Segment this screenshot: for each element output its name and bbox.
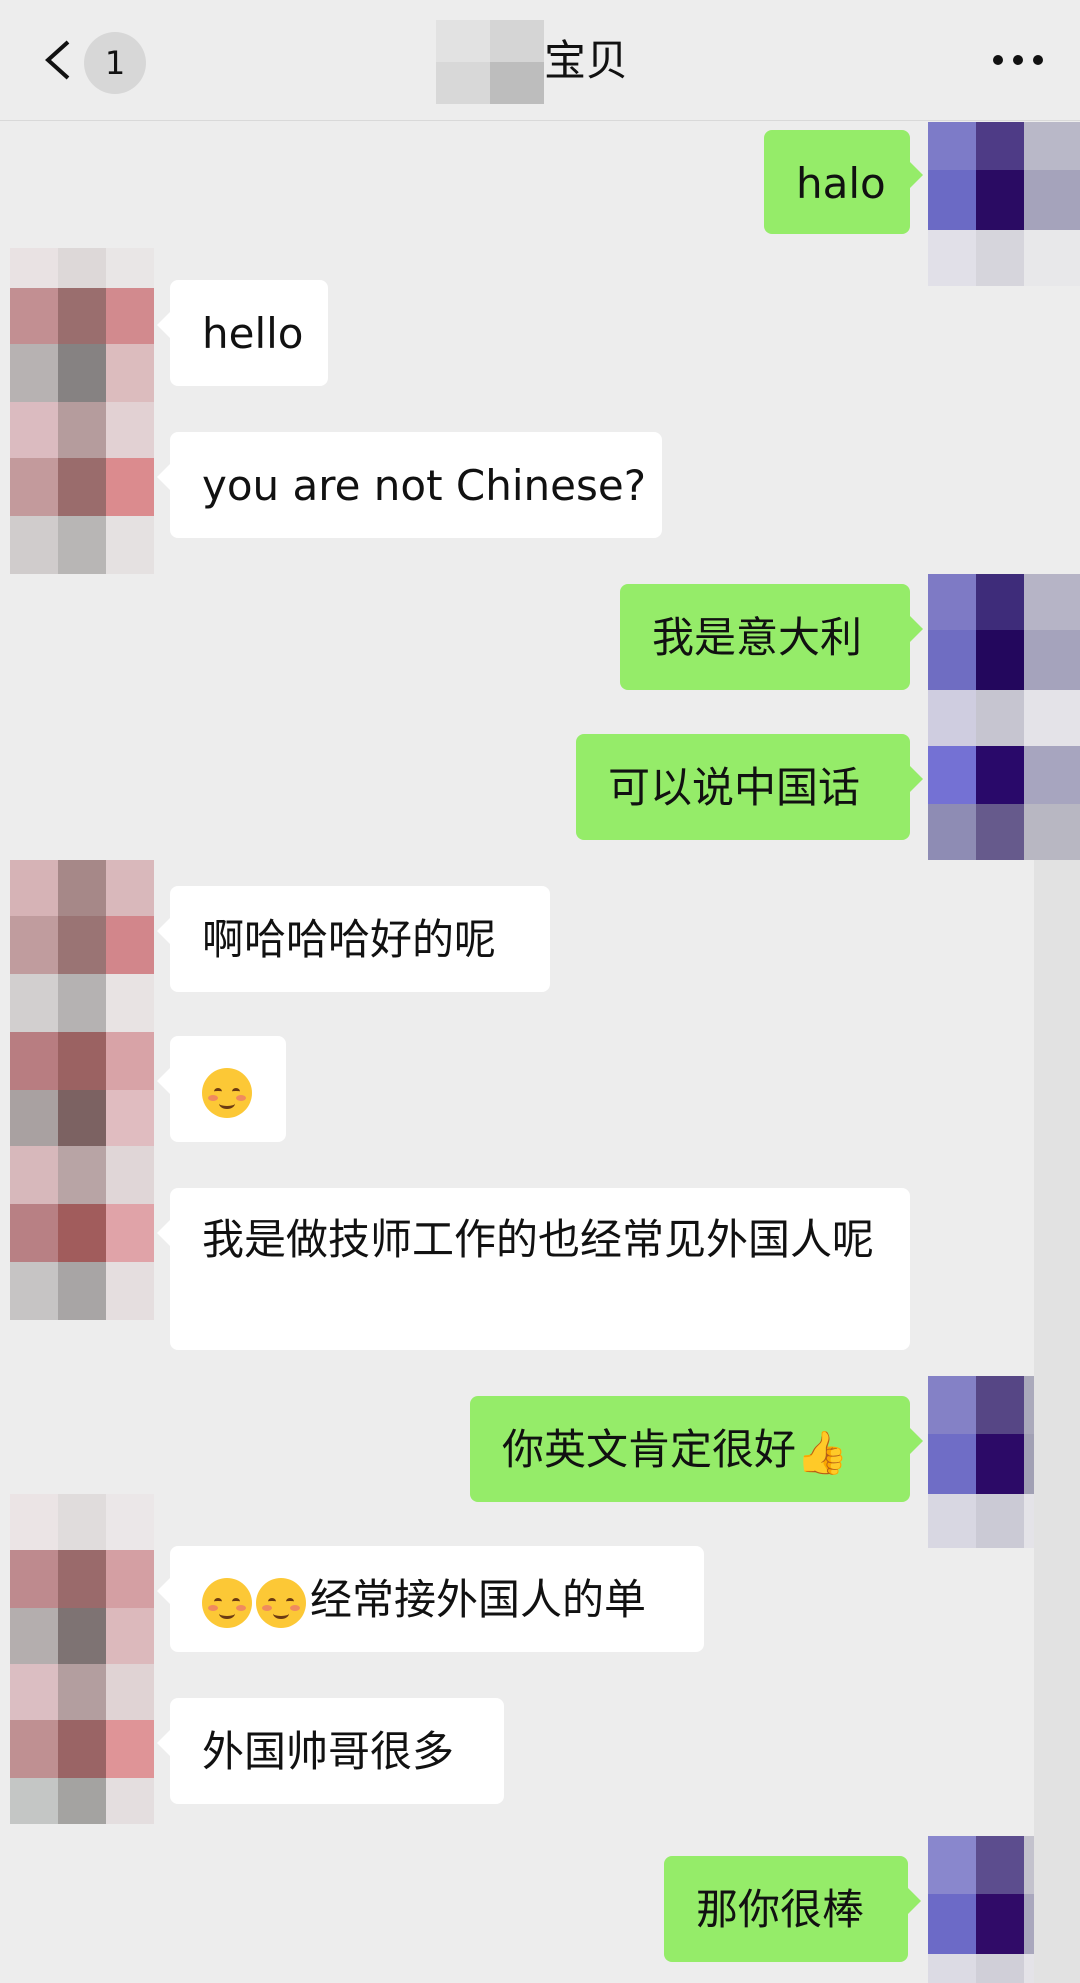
contact-avatar[interactable]: [10, 860, 158, 1320]
blushing-smile-emoji: [256, 1577, 306, 1628]
message-text: 外国帅哥很多: [202, 1727, 455, 1776]
blushing-smile-emoji: [202, 1577, 252, 1628]
unread-count-badge[interactable]: 1: [84, 32, 146, 94]
message-bubble-incoming[interactable]: 外国帅哥很多: [157, 1698, 504, 1804]
message-text: you are not Chinese?: [202, 461, 647, 510]
message-bubble-incoming[interactable]: 啊哈哈哈好的呢: [157, 886, 550, 992]
blushing-smile-emoji: [202, 1067, 252, 1118]
message-bubble-incoming[interactable]: [157, 1036, 286, 1142]
message-bubble-outgoing[interactable]: 可以说中国话: [576, 734, 923, 840]
message-bubble-incoming[interactable]: you are not Chinese?: [157, 432, 662, 538]
message-text: 经常接外国人的单: [310, 1575, 647, 1624]
message-text: 我是做技师工作的也经常见外国人呢: [202, 1215, 875, 1264]
message-text: 啊哈哈哈好的呢: [202, 915, 497, 964]
message-text: 那你很棒: [696, 1885, 865, 1934]
more-dots-icon[interactable]: [992, 52, 1044, 68]
message-text: hello: [202, 309, 304, 358]
message-bubble-outgoing[interactable]: 那你很棒: [664, 1856, 921, 1962]
message-bubble-incoming[interactable]: 我是做技师工作的也经常见外国人呢: [157, 1188, 910, 1350]
right-edge-strip: [1034, 860, 1080, 1983]
message-bubble-incoming[interactable]: hello: [157, 280, 328, 386]
chevron-left-icon[interactable]: [38, 38, 78, 82]
chat-title: 宝贝: [544, 36, 629, 85]
my-avatar[interactable]: [928, 122, 1080, 286]
message-text: 可以说中国话: [608, 763, 861, 812]
message-text: halo: [796, 159, 886, 208]
message-bubble-outgoing[interactable]: 你英文肯定很好👍: [470, 1396, 923, 1502]
message-text: 我是意大利: [652, 613, 863, 662]
message-text: 你英文肯定很好: [502, 1425, 797, 1474]
message-bubble-outgoing[interactable]: halo: [764, 130, 923, 234]
contact-avatar[interactable]: [10, 248, 158, 574]
my-avatar[interactable]: [928, 574, 1080, 860]
thumbs-up-emoji: 👍: [796, 1427, 849, 1477]
message-bubble-incoming[interactable]: 经常接外国人的单: [157, 1546, 704, 1652]
contact-avatar[interactable]: [10, 1494, 158, 1824]
chat-header: 1 宝贝: [0, 0, 1080, 121]
blurred-name: [436, 20, 544, 104]
message-bubble-outgoing[interactable]: 我是意大利: [620, 584, 923, 690]
